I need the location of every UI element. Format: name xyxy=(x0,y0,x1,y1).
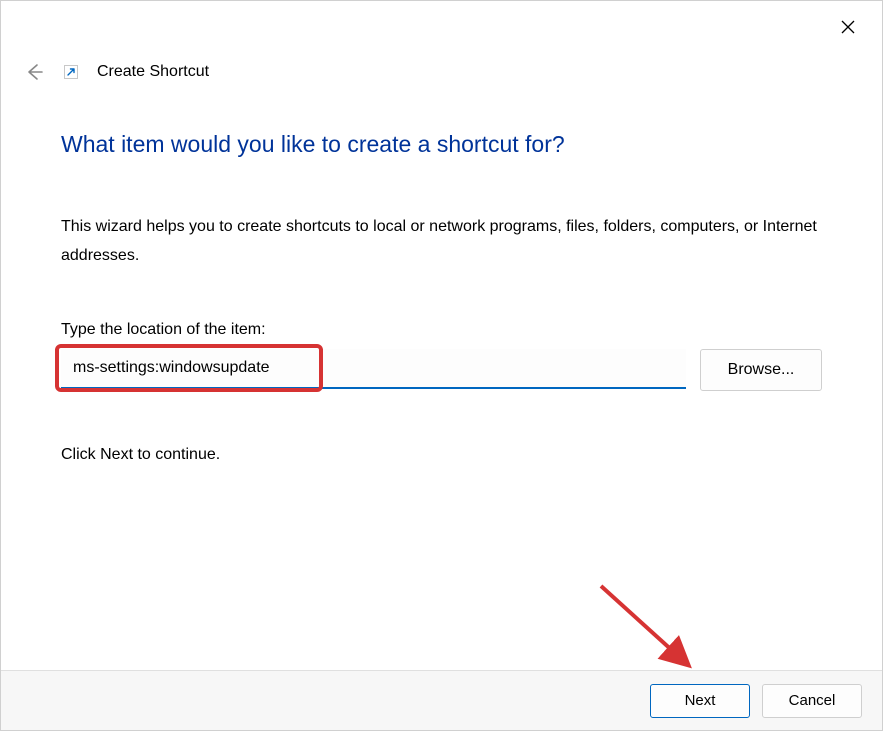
create-shortcut-wizard: Create Shortcut What item would you like… xyxy=(0,0,883,731)
wizard-heading: What item would you like to create a sho… xyxy=(61,131,822,158)
annotation-arrow-icon xyxy=(596,581,706,681)
next-button[interactable]: Next xyxy=(650,684,750,718)
wizard-header: Create Shortcut xyxy=(23,61,209,83)
wizard-title: Create Shortcut xyxy=(97,63,209,81)
location-input[interactable] xyxy=(61,349,686,389)
cancel-button[interactable]: Cancel xyxy=(762,684,862,718)
wizard-footer: Next Cancel xyxy=(1,670,882,730)
location-label: Type the location of the item: xyxy=(61,321,822,339)
shortcut-icon xyxy=(63,64,79,80)
browse-button[interactable]: Browse... xyxy=(700,349,822,391)
close-button[interactable] xyxy=(832,11,864,43)
continue-instruction: Click Next to continue. xyxy=(61,446,822,464)
location-row: Browse... xyxy=(61,349,822,391)
wizard-description: This wizard helps you to create shortcut… xyxy=(61,213,822,271)
wizard-content: What item would you like to create a sho… xyxy=(61,131,822,464)
back-arrow-icon[interactable] xyxy=(23,61,45,83)
